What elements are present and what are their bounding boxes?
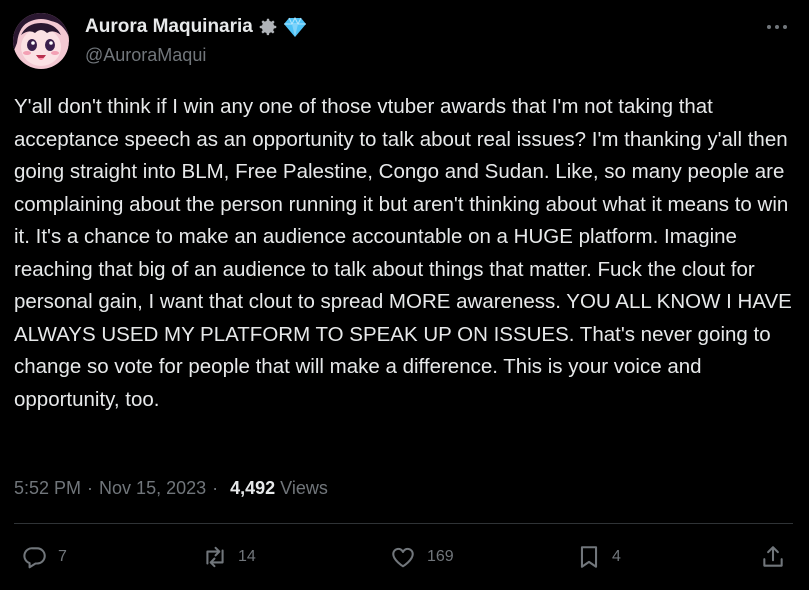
meta-separator: · <box>212 478 219 498</box>
like-count: 169 <box>427 548 454 565</box>
tweet-text: Y'all don't think if I win any one of th… <box>14 95 792 411</box>
repost-button[interactable]: 14 <box>202 543 256 571</box>
share-button[interactable] <box>760 543 786 571</box>
gear-icon <box>257 16 279 38</box>
bookmark-icon <box>576 544 602 570</box>
bookmark-button[interactable]: 4 <box>576 543 621 571</box>
reply-icon <box>22 544 48 570</box>
tweet-meta: 5:52 PM · Nov 15, 2023 · 4,492 Views <box>14 478 328 499</box>
author-display-name[interactable]: Aurora Maquinaria <box>85 16 253 38</box>
tweet-time[interactable]: 5:52 PM <box>14 478 81 499</box>
heart-icon <box>389 544 417 570</box>
views-count: 4,492 <box>230 478 276 498</box>
repost-count: 14 <box>238 548 256 565</box>
reply-button[interactable]: 7 <box>22 543 67 571</box>
author-name-row: Aurora Maquinaria <box>85 14 307 40</box>
tweet-date[interactable]: Nov 15, 2023 <box>99 478 206 499</box>
repost-icon <box>202 544 228 570</box>
tweet: Aurora Maquinaria @AuroraMaqui Y'all don… <box>0 0 809 590</box>
avatar[interactable] <box>13 13 69 69</box>
diamond-icon <box>283 16 307 38</box>
bookmark-count: 4 <box>612 548 621 565</box>
like-button[interactable]: 169 <box>389 543 454 571</box>
share-icon <box>760 544 786 570</box>
reply-count: 7 <box>58 548 67 565</box>
divider <box>14 523 793 524</box>
views-label: Views <box>280 478 328 498</box>
more-options-icon[interactable] <box>765 18 789 36</box>
author-handle[interactable]: @AuroraMaqui <box>85 45 206 66</box>
meta-separator: · <box>87 478 94 498</box>
